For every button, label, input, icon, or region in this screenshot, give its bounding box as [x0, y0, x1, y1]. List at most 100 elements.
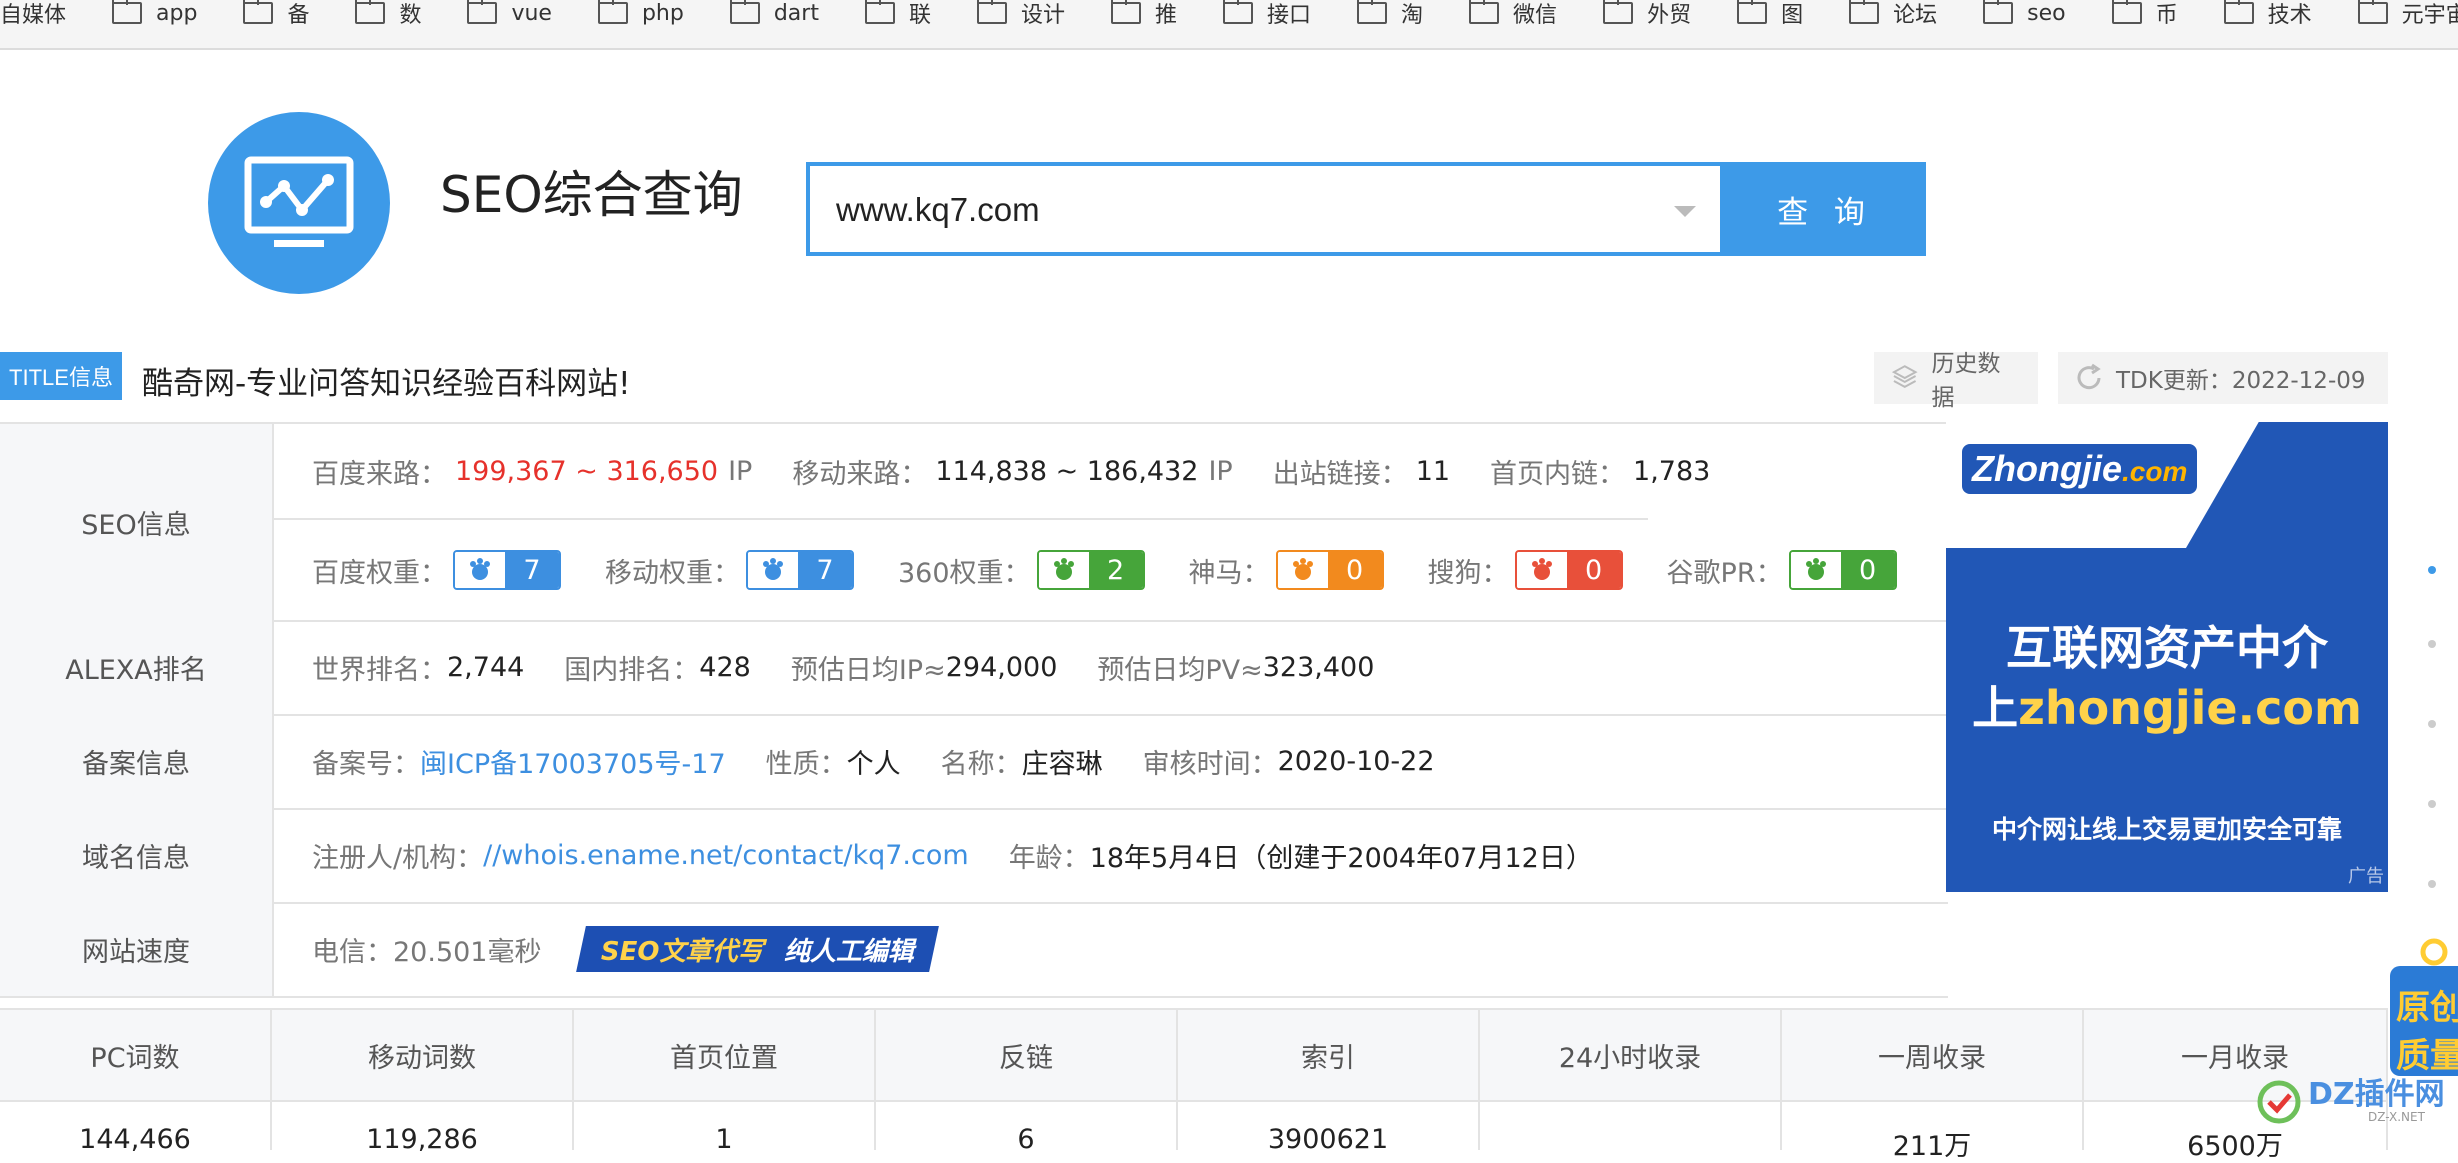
- seo-writing-banner[interactable]: SEO文章代写 纯人工编辑: [576, 926, 939, 972]
- scroll-dot-active[interactable]: [2428, 566, 2436, 574]
- bookmark-label: 外贸: [1647, 3, 1692, 28]
- bookmark-item[interactable]: 微信: [1469, 0, 1557, 37]
- bookmark-item[interactable]: 自媒体: [0, 0, 66, 37]
- registrar-link[interactable]: //whois.ename.net/contact/kq7.com: [483, 840, 969, 871]
- folder-icon: [864, 0, 895, 24]
- weight-badge[interactable]: 0: [1514, 550, 1623, 590]
- icp-number-label: 备案号：: [312, 748, 420, 780]
- icp-number-link[interactable]: 闽ICP备17003705号-17: [420, 742, 726, 781]
- bookmark-item[interactable]: 技术: [2223, 0, 2312, 37]
- icp-line: 备案号： 闽ICP备17003705号-17 性质： 个人 名称： 庄容琳 审核…: [312, 714, 1948, 808]
- search-button[interactable]: 查 询: [1724, 162, 1926, 256]
- history-icon: [1891, 365, 1918, 388]
- ip-unit: IP: [1208, 455, 1233, 487]
- bookmark-label: dart: [773, 0, 819, 26]
- bookmark-item[interactable]: 推: [1111, 0, 1177, 37]
- bookmark-item[interactable]: 外贸: [1603, 0, 1691, 37]
- scroll-dot[interactable]: [2428, 880, 2436, 888]
- bookmark-item[interactable]: app: [112, 0, 197, 37]
- bookmark-label: 备: [287, 3, 310, 28]
- icp-nature-value: 个人: [846, 748, 901, 780]
- icp-name-label: 名称：: [940, 748, 1022, 780]
- ad-domain-prefix: 上: [1972, 681, 2019, 735]
- bookmark-label: seo: [2027, 0, 2066, 26]
- folder-icon: [1737, 0, 1768, 24]
- folder-icon: [597, 0, 628, 24]
- bookmark-label: php: [641, 0, 684, 26]
- bookmark-item[interactable]: 备: [243, 0, 309, 37]
- folder-icon: [2111, 0, 2142, 24]
- banner-right-text: 纯人工编辑: [784, 936, 915, 967]
- search-box[interactable]: [806, 162, 1724, 256]
- icp-label: 备案信息: [0, 714, 274, 808]
- scroll-dot[interactable]: [2428, 800, 2436, 808]
- ad-domain-line: 上zhongjie.com: [1946, 672, 2388, 738]
- inlinks-value[interactable]: 1,783: [1633, 456, 1710, 487]
- bookmark-item[interactable]: 图: [1737, 0, 1803, 37]
- bookmark-item[interactable]: 设计: [976, 0, 1065, 37]
- bookmark-item[interactable]: 数: [355, 0, 421, 37]
- bookmark-item[interactable]: 论坛: [1849, 0, 1937, 37]
- folder-icon: [112, 0, 143, 24]
- banner-left-text: SEO文章代写: [601, 936, 765, 967]
- stats-header: 索引: [1178, 1010, 1478, 1102]
- weight-label: 360权重：: [898, 557, 1031, 589]
- bookmark-item[interactable]: vue: [467, 0, 552, 37]
- weight-label: 搜狗：: [1427, 557, 1509, 589]
- weight-badge[interactable]: 7: [453, 550, 561, 590]
- speed-label: 网站速度: [0, 902, 274, 996]
- bookmark-item[interactable]: php: [597, 0, 684, 37]
- chevron-down-icon[interactable]: [1674, 206, 1696, 217]
- weight-badge[interactable]: 2: [1036, 550, 1145, 590]
- weights-line: 百度权重： 7 移动权重： 7 360权重： 2 神马： 0 搜狗： 0 谷歌PR： 0: [312, 520, 1948, 620]
- bookmark-item[interactable]: seo: [1983, 0, 2066, 37]
- history-data-button[interactable]: 历史数据: [1874, 351, 2038, 411]
- weight-badge[interactable]: 0: [1275, 550, 1384, 590]
- title-badge: TITLE信息: [0, 352, 122, 400]
- folder-icon: [1983, 0, 2014, 24]
- stats-header: 反链: [876, 1010, 1176, 1102]
- dz-watermark: DZ插件网 DZ-X.NET: [2256, 1064, 2458, 1140]
- shenma-icon: [1277, 552, 1328, 588]
- weight-badge[interactable]: 7: [746, 550, 854, 590]
- bookmark-item[interactable]: 淘: [1357, 0, 1423, 37]
- stats-value[interactable]: 211万: [1782, 1124, 2082, 1163]
- inlinks-label: 首页内链：: [1490, 458, 1626, 490]
- stats-column: 24小时收录: [1480, 1010, 1782, 1150]
- outlinks-value[interactable]: 11: [1416, 456, 1450, 487]
- weight-label: 百度权重：: [312, 557, 447, 589]
- zhongjie-ad[interactable]: Zhongjie.com 互联网资产中介 上zhongjie.com 中介网让线…: [1946, 422, 2388, 892]
- bookmark-label: 元宇宙: [2401, 3, 2458, 28]
- folder-icon: [1603, 0, 1634, 24]
- baidu-traffic-label: 百度来路：: [312, 458, 447, 490]
- bookmark-item[interactable]: 元宇宙: [2357, 0, 2458, 37]
- world-rank-value: 2,744: [447, 651, 525, 683]
- bookmark-item[interactable]: 币: [2111, 0, 2178, 37]
- folder-icon: [467, 0, 498, 24]
- bookmark-label: 图: [1781, 3, 1804, 28]
- scroll-dot[interactable]: [2428, 720, 2436, 728]
- folder-icon: [355, 0, 386, 24]
- baidu-paw-icon: [455, 552, 505, 588]
- folder-icon: [976, 0, 1007, 24]
- speed-row: 网站速度 电信：20.501毫秒 SEO文章代写 纯人工编辑: [0, 902, 1948, 998]
- outlinks-label: 出站链接：: [1272, 458, 1408, 490]
- weight-label: 谷歌PR：: [1666, 557, 1783, 589]
- original-quality-badge[interactable]: 原创 质量: [2384, 936, 2458, 1076]
- bookmark-item[interactable]: dart: [729, 0, 819, 37]
- ad-domain: zhongjie.com: [2018, 681, 2362, 735]
- folder-icon: [1849, 0, 1880, 24]
- stats-column: 一周收录 211万: [1782, 1010, 2084, 1162]
- bookmark-item[interactable]: 联: [864, 0, 931, 37]
- scroll-dot[interactable]: [2428, 640, 2436, 648]
- stats-column: PC词数 144,466: [0, 1010, 272, 1155]
- search-input[interactable]: [834, 182, 1638, 238]
- tdk-update-button[interactable]: TDK更新：2022-12-09: [2058, 352, 2388, 404]
- bookmarks-bar: 自媒体 app 备 数 vue php dart 联 设计 推 接口 淘 微信 外贸 图 论坛 seo 币 技术 元宇…: [0, 0, 2458, 50]
- site-logo[interactable]: [208, 112, 390, 294]
- watermark-sub: DZ-X.NET: [2368, 1110, 2425, 1124]
- weight-badge[interactable]: 0: [1788, 550, 1897, 590]
- weight-value: 2: [1088, 552, 1143, 588]
- watermark-text: DZ插件网: [2308, 1077, 2445, 1112]
- bookmark-item[interactable]: 接口: [1223, 0, 1311, 37]
